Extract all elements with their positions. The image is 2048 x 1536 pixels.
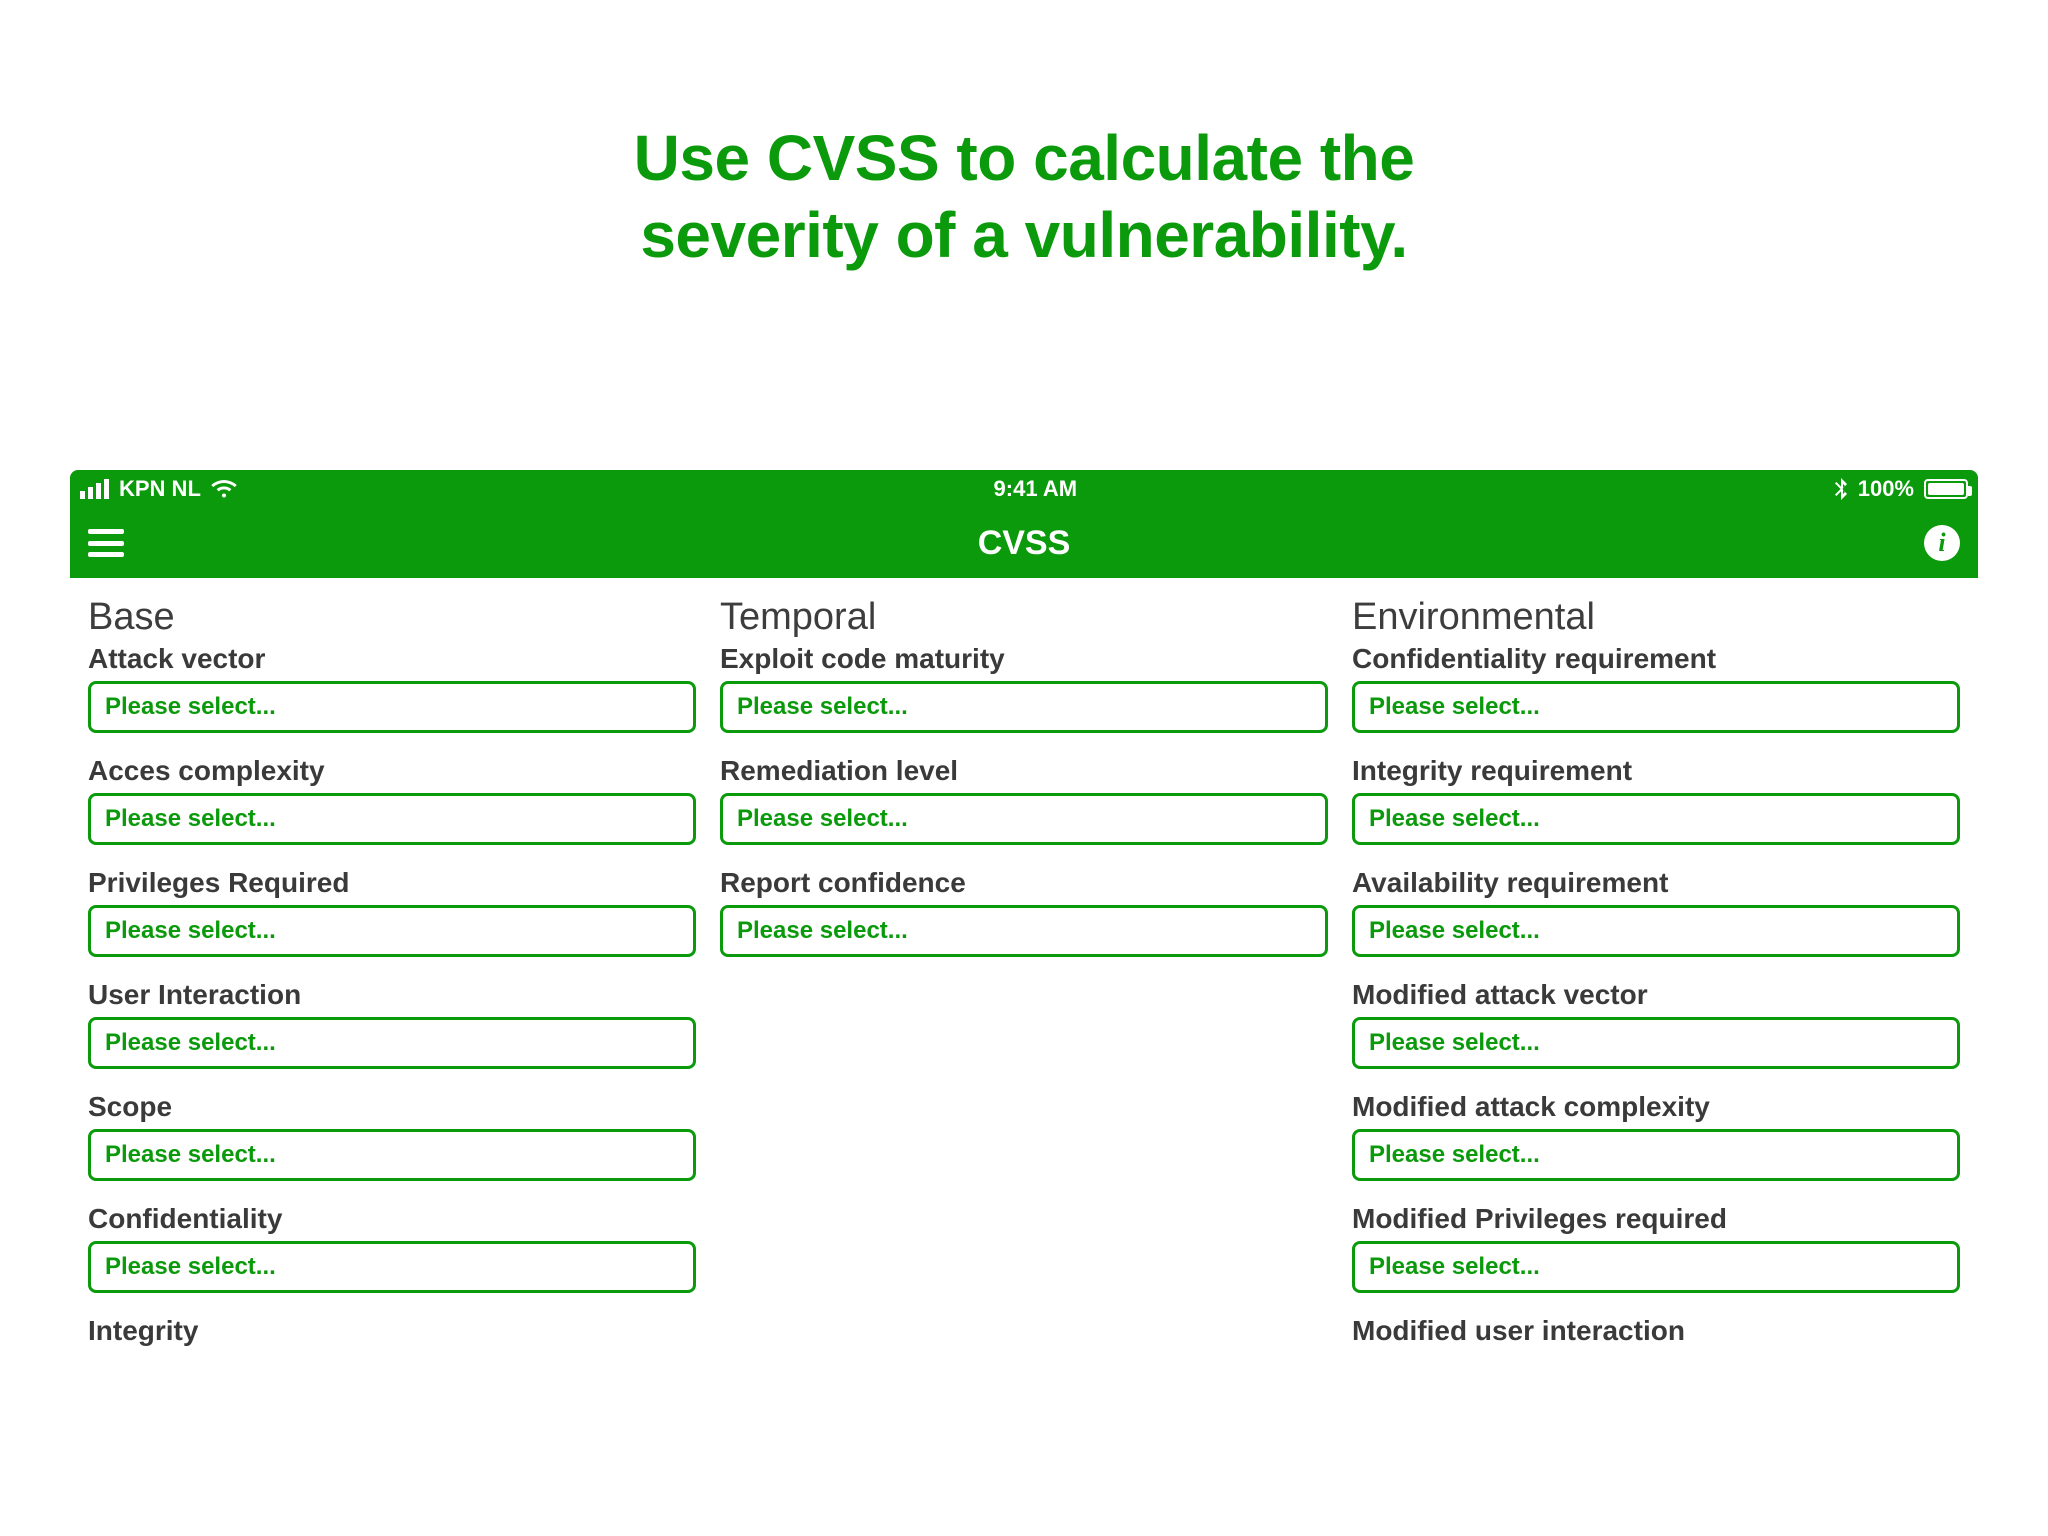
- select-confidentiality-requirement[interactable]: Please select...: [1352, 681, 1960, 733]
- select-placeholder: Please select...: [105, 693, 276, 721]
- section-title-base: Base: [88, 596, 696, 639]
- select-placeholder: Please select...: [105, 805, 276, 833]
- bluetooth-icon: [1834, 478, 1848, 500]
- field-confidentiality-requirement: Confidentiality requirement Please selec…: [1352, 643, 1960, 733]
- section-title-environmental: Environmental: [1352, 596, 1960, 639]
- field-integrity: Integrity: [88, 1315, 696, 1347]
- field-label: Scope: [88, 1091, 696, 1123]
- carrier-label: KPN NL: [119, 476, 201, 502]
- select-access-complexity[interactable]: Please select...: [88, 793, 696, 845]
- field-label: Exploit code maturity: [720, 643, 1328, 675]
- field-label: Modified attack vector: [1352, 979, 1960, 1011]
- select-user-interaction[interactable]: Please select...: [88, 1017, 696, 1069]
- section-environmental: Environmental Confidentiality requiremen…: [1352, 596, 1960, 1353]
- status-right: 100%: [1834, 476, 1968, 502]
- field-label: Attack vector: [88, 643, 696, 675]
- select-modified-privileges-required[interactable]: Please select...: [1352, 1241, 1960, 1293]
- section-temporal: Temporal Exploit code maturity Please se…: [720, 596, 1328, 1353]
- select-exploit-code-maturity[interactable]: Please select...: [720, 681, 1328, 733]
- select-placeholder: Please select...: [737, 917, 908, 945]
- status-left: KPN NL: [80, 476, 237, 502]
- tablet-frame: KPN NL 9:41 AM 100% CVSS i Base: [70, 470, 1978, 1536]
- field-exploit-code-maturity: Exploit code maturity Please select...: [720, 643, 1328, 733]
- section-base: Base Attack vector Please select... Acce…: [88, 596, 696, 1353]
- field-label: Confidentiality requirement: [1352, 643, 1960, 675]
- section-title-temporal: Temporal: [720, 596, 1328, 639]
- select-confidentiality[interactable]: Please select...: [88, 1241, 696, 1293]
- select-placeholder: Please select...: [1369, 693, 1540, 721]
- field-modified-attack-complexity: Modified attack complexity Please select…: [1352, 1091, 1960, 1181]
- field-label: Integrity: [88, 1315, 696, 1347]
- field-label: Integrity requirement: [1352, 755, 1960, 787]
- select-placeholder: Please select...: [1369, 805, 1540, 833]
- select-placeholder: Please select...: [105, 917, 276, 945]
- field-label: User Interaction: [88, 979, 696, 1011]
- select-remediation-level[interactable]: Please select...: [720, 793, 1328, 845]
- field-integrity-requirement: Integrity requirement Please select...: [1352, 755, 1960, 845]
- field-label: Availability requirement: [1352, 867, 1960, 899]
- menu-button[interactable]: [88, 529, 124, 557]
- select-placeholder: Please select...: [737, 805, 908, 833]
- field-label: Modified Privileges required: [1352, 1203, 1960, 1235]
- status-bar: KPN NL 9:41 AM 100%: [70, 470, 1978, 508]
- select-placeholder: Please select...: [1369, 1253, 1540, 1281]
- select-scope[interactable]: Please select...: [88, 1129, 696, 1181]
- cvss-form: Base Attack vector Please select... Acce…: [70, 578, 1978, 1353]
- page-title: CVSS: [978, 524, 1071, 563]
- battery-percent: 100%: [1858, 476, 1914, 502]
- select-placeholder: Please select...: [737, 693, 908, 721]
- select-placeholder: Please select...: [1369, 1141, 1540, 1169]
- field-label: Acces complexity: [88, 755, 696, 787]
- info-button[interactable]: i: [1924, 525, 1960, 561]
- select-privileges-required[interactable]: Please select...: [88, 905, 696, 957]
- field-report-confidence: Report confidence Please select...: [720, 867, 1328, 957]
- field-modified-privileges-required: Modified Privileges required Please sele…: [1352, 1203, 1960, 1293]
- select-availability-requirement[interactable]: Please select...: [1352, 905, 1960, 957]
- field-confidentiality: Confidentiality Please select...: [88, 1203, 696, 1293]
- field-label: Confidentiality: [88, 1203, 696, 1235]
- field-attack-vector: Attack vector Please select...: [88, 643, 696, 733]
- field-scope: Scope Please select...: [88, 1091, 696, 1181]
- select-placeholder: Please select...: [105, 1029, 276, 1057]
- field-label: Modified user interaction: [1352, 1315, 1960, 1347]
- wifi-icon: [211, 479, 237, 499]
- info-icon: i: [1938, 528, 1945, 558]
- field-remediation-level: Remediation level Please select...: [720, 755, 1328, 845]
- field-modified-attack-vector: Modified attack vector Please select...: [1352, 979, 1960, 1069]
- promo-headline: Use CVSS to calculate the severity of a …: [0, 0, 2048, 274]
- hamburger-icon: [88, 529, 124, 534]
- field-availability-requirement: Availability requirement Please select..…: [1352, 867, 1960, 957]
- promo-line-2: severity of a vulnerability.: [0, 197, 2048, 274]
- select-integrity-requirement[interactable]: Please select...: [1352, 793, 1960, 845]
- select-modified-attack-complexity[interactable]: Please select...: [1352, 1129, 1960, 1181]
- field-label: Privileges Required: [88, 867, 696, 899]
- field-label: Modified attack complexity: [1352, 1091, 1960, 1123]
- field-access-complexity: Acces complexity Please select...: [88, 755, 696, 845]
- signal-icon: [80, 479, 109, 499]
- promo-line-1: Use CVSS to calculate the: [0, 120, 2048, 197]
- select-placeholder: Please select...: [105, 1253, 276, 1281]
- select-placeholder: Please select...: [1369, 917, 1540, 945]
- field-user-interaction: User Interaction Please select...: [88, 979, 696, 1069]
- field-privileges-required: Privileges Required Please select...: [88, 867, 696, 957]
- battery-icon: [1924, 479, 1968, 499]
- field-label: Report confidence: [720, 867, 1328, 899]
- field-label: Remediation level: [720, 755, 1328, 787]
- nav-bar: CVSS i: [70, 508, 1978, 578]
- select-modified-attack-vector[interactable]: Please select...: [1352, 1017, 1960, 1069]
- status-time: 9:41 AM: [994, 476, 1078, 502]
- select-attack-vector[interactable]: Please select...: [88, 681, 696, 733]
- field-modified-user-interaction: Modified user interaction: [1352, 1315, 1960, 1347]
- select-placeholder: Please select...: [105, 1141, 276, 1169]
- select-placeholder: Please select...: [1369, 1029, 1540, 1057]
- select-report-confidence[interactable]: Please select...: [720, 905, 1328, 957]
